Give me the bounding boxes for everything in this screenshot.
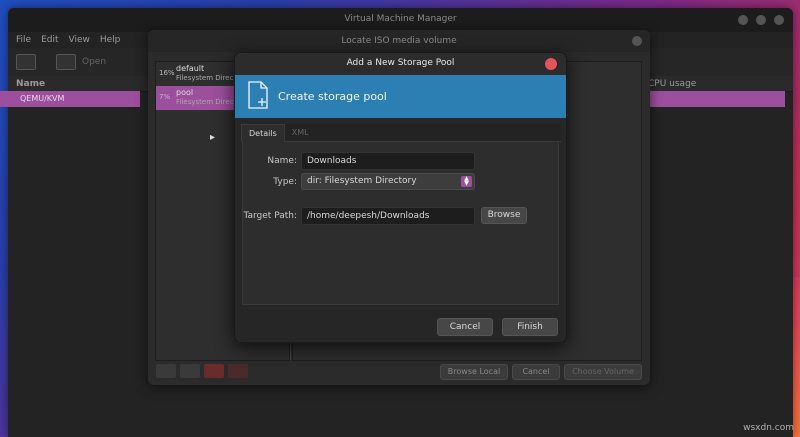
minimize-icon[interactable]: [738, 15, 748, 25]
name-field[interactable]: Downloads: [301, 152, 475, 170]
open-button-label[interactable]: Open: [82, 57, 106, 67]
iso-dialog-title-text: Locate ISO media volume: [341, 36, 457, 46]
pool-dialog-tabs: Details XML: [241, 124, 561, 142]
pool-dialog-close-icon[interactable]: [545, 58, 557, 70]
open-console-icon[interactable]: [56, 54, 76, 70]
add-storage-pool-dialog: Add a New Storage Pool Create storage po…: [234, 52, 567, 343]
start-pool-button[interactable]: [180, 364, 200, 378]
menu-edit[interactable]: Edit: [41, 35, 58, 45]
tab-xml[interactable]: XML: [285, 124, 316, 142]
vm-list-row[interactable]: QEMU/KVM: [0, 91, 140, 107]
select-arrows-icon: ▲ ▼: [461, 176, 472, 187]
create-pool-banner: Create storage pool: [235, 75, 566, 118]
col-cpu-header[interactable]: CPU usage: [648, 79, 696, 89]
pool-dialog-title: Add a New Storage Pool: [346, 58, 455, 68]
watermark: wsxdn.com: [743, 423, 794, 433]
pool-name: pool: [176, 88, 194, 97]
iso-cancel-button[interactable]: Cancel: [512, 364, 560, 380]
delete-pool-button[interactable]: [228, 364, 248, 378]
browse-local-button[interactable]: Browse Local: [440, 364, 508, 380]
target-path-field[interactable]: /home/deepesh/Downloads: [301, 207, 475, 225]
tab-details[interactable]: Details: [241, 124, 285, 142]
banner-title: Create storage pool: [278, 90, 387, 103]
cancel-button[interactable]: Cancel: [437, 318, 493, 336]
iso-dialog-title: Locate ISO media volume: [148, 30, 650, 52]
type-label: Type:: [273, 177, 297, 187]
menu-view[interactable]: View: [69, 35, 90, 45]
new-file-icon: [248, 81, 268, 109]
pane-divider[interactable]: [290, 340, 291, 360]
main-window-title: Virtual Machine Manager: [344, 14, 457, 24]
pool-dialog-body: Details XML Name: Downloads Type: dir: F…: [241, 124, 561, 307]
pool-usage: 7%: [159, 93, 171, 101]
type-select[interactable]: dir: Filesystem Directory ▲ ▼: [301, 173, 475, 190]
main-titlebar: Virtual Machine Manager: [8, 8, 793, 32]
pool-usage: 16%: [159, 69, 175, 77]
maximize-icon[interactable]: [756, 15, 766, 25]
menu-file[interactable]: File: [16, 35, 31, 45]
name-label: Name:: [267, 156, 297, 166]
close-icon[interactable]: [774, 15, 784, 25]
iso-close-icon[interactable]: [632, 36, 642, 46]
add-pool-button[interactable]: [156, 364, 176, 378]
choose-volume-button[interactable]: Choose Volume: [564, 364, 642, 380]
menu-help[interactable]: Help: [100, 35, 121, 45]
new-vm-icon[interactable]: [16, 54, 36, 70]
browse-button[interactable]: Browse: [481, 207, 527, 224]
finish-button[interactable]: Finish: [502, 318, 558, 336]
target-path-label: Target Path:: [243, 211, 297, 221]
stop-pool-button[interactable]: [204, 364, 224, 378]
details-panel: Name: Downloads Type: dir: Filesystem Di…: [242, 142, 559, 305]
pool-name: default: [176, 64, 205, 73]
type-select-value: dir: Filesystem Directory: [307, 176, 417, 186]
pool-dialog-titlebar: Add a New Storage Pool: [235, 53, 566, 75]
mouse-pointer-icon: ▸: [210, 132, 216, 143]
vm-list-row-cpu[interactable]: [648, 91, 785, 107]
vm-row-name: QEMU/KVM: [20, 94, 65, 103]
